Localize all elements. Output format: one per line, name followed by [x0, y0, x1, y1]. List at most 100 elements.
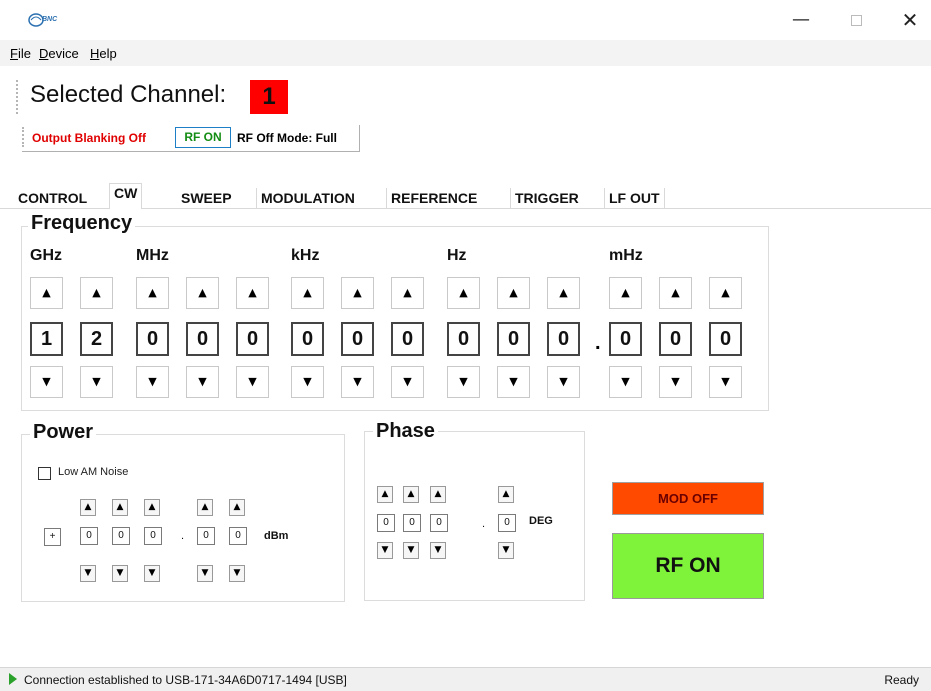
- power-digit-0[interactable]: 0: [80, 527, 98, 545]
- frequency-down-button-1[interactable]: ▼: [80, 366, 113, 398]
- frequency-down-button-8[interactable]: ▼: [447, 366, 480, 398]
- frequency-digit-2[interactable]: 0: [136, 322, 169, 356]
- power-up-button-1[interactable]: ▲: [112, 499, 128, 516]
- frequency-up-button-5[interactable]: ▲: [291, 277, 324, 309]
- frequency-digit-6[interactable]: 0: [341, 322, 374, 356]
- power-digit-4[interactable]: 0: [229, 527, 247, 545]
- power-down-button-3[interactable]: ▼: [197, 565, 213, 582]
- power-digit-3[interactable]: 0: [197, 527, 215, 545]
- frequency-down-button-10[interactable]: ▼: [547, 366, 580, 398]
- frequency-up-button-8[interactable]: ▲: [447, 277, 480, 309]
- power-up-button-4[interactable]: ▲: [229, 499, 245, 516]
- low-am-noise-checkbox[interactable]: [38, 467, 51, 480]
- frequency-down-button-6[interactable]: ▼: [341, 366, 374, 398]
- frequency-down-button-2[interactable]: ▼: [136, 366, 169, 398]
- frequency-digit-5[interactable]: 0: [291, 322, 324, 356]
- rf-on-button[interactable]: RF ON: [612, 533, 764, 599]
- frequency-down-button-9[interactable]: ▼: [497, 366, 530, 398]
- power-unit: dBm: [264, 530, 289, 542]
- frequency-down-button-0[interactable]: ▼: [30, 366, 63, 398]
- frequency-down-button-5[interactable]: ▼: [291, 366, 324, 398]
- tab-control[interactable]: CONTROL: [14, 188, 91, 208]
- frequency-digit-3[interactable]: 0: [186, 322, 219, 356]
- frequency-up-button-6[interactable]: ▲: [341, 277, 374, 309]
- down-arrow-icon: ▼: [198, 375, 207, 388]
- menu-device[interactable]: Device: [39, 46, 79, 61]
- power-up-button-0[interactable]: ▲: [80, 499, 96, 516]
- frequency-up-button-9[interactable]: ▲: [497, 277, 530, 309]
- frequency-up-button-7[interactable]: ▲: [391, 277, 424, 309]
- power-digit-2[interactable]: 0: [144, 527, 162, 545]
- up-arrow-icon: ▲: [381, 489, 389, 499]
- power-down-button-1[interactable]: ▼: [112, 565, 128, 582]
- tab-modulation[interactable]: MODULATION: [256, 188, 359, 208]
- frequency-up-button-1[interactable]: ▲: [80, 277, 113, 309]
- frequency-down-button-11[interactable]: ▼: [609, 366, 642, 398]
- up-arrow-icon: ▲: [116, 502, 124, 512]
- phase-digit-0[interactable]: 0: [377, 514, 395, 532]
- frequency-digit-13[interactable]: 0: [709, 322, 742, 356]
- frequency-digit-8[interactable]: 0: [447, 322, 480, 356]
- frequency-digit-4[interactable]: 0: [236, 322, 269, 356]
- tab-cw[interactable]: CW: [109, 183, 143, 209]
- frequency-down-button-7[interactable]: ▼: [391, 366, 424, 398]
- power-title: Power: [30, 421, 97, 444]
- phase-down-button-2[interactable]: ▼: [430, 542, 446, 559]
- frequency-up-button-13[interactable]: ▲: [709, 277, 742, 309]
- frequency-digit-1[interactable]: 2: [80, 322, 113, 356]
- frequency-up-button-2[interactable]: ▲: [136, 277, 169, 309]
- power-down-button-0[interactable]: ▼: [80, 565, 96, 582]
- tab-sweep[interactable]: SWEEP: [177, 188, 236, 208]
- phase-up-button-2[interactable]: ▲: [430, 486, 446, 503]
- frequency-up-button-0[interactable]: ▲: [30, 277, 63, 309]
- frequency-up-button-4[interactable]: ▲: [236, 277, 269, 309]
- power-down-button-4[interactable]: ▼: [229, 565, 245, 582]
- phase-up-button-1[interactable]: ▲: [403, 486, 419, 503]
- frequency-down-button-12[interactable]: ▼: [659, 366, 692, 398]
- frequency-down-button-3[interactable]: ▼: [186, 366, 219, 398]
- tab-trigger[interactable]: TRIGGER: [510, 188, 583, 208]
- power-up-button-3[interactable]: ▲: [197, 499, 213, 516]
- toolstrip-grip[interactable]: [16, 80, 18, 114]
- frequency-down-button-4[interactable]: ▼: [236, 366, 269, 398]
- power-digit-1[interactable]: 0: [112, 527, 130, 545]
- phase-down-button-0[interactable]: ▼: [377, 542, 393, 559]
- selected-channel-number[interactable]: 1: [250, 80, 288, 114]
- mod-off-button[interactable]: MOD OFF: [612, 482, 764, 515]
- phase-up-button-0[interactable]: ▲: [377, 486, 393, 503]
- low-am-noise-label: Low AM Noise: [58, 466, 129, 478]
- phase-digit-2[interactable]: 0: [430, 514, 448, 532]
- minimize-button[interactable]: —: [786, 8, 816, 32]
- phase-up-button-3[interactable]: ▲: [498, 486, 514, 503]
- frequency-down-button-13[interactable]: ▼: [709, 366, 742, 398]
- power-sign-button[interactable]: +: [44, 528, 61, 546]
- maximize-button[interactable]: [841, 8, 871, 32]
- menu-file[interactable]: File: [10, 46, 31, 61]
- up-arrow-icon: ▲: [92, 286, 101, 299]
- tab-reference[interactable]: REFERENCE: [386, 188, 481, 208]
- phase-title: Phase: [373, 420, 438, 443]
- frequency-up-button-10[interactable]: ▲: [547, 277, 580, 309]
- unit-label-hz: Hz: [447, 247, 467, 264]
- frequency-digit-9[interactable]: 0: [497, 322, 530, 356]
- phase-digit-3[interactable]: 0: [498, 514, 516, 532]
- phase-down-button-1[interactable]: ▼: [403, 542, 419, 559]
- menu-help[interactable]: Help: [90, 46, 117, 61]
- power-down-button-2[interactable]: ▼: [144, 565, 160, 582]
- close-button[interactable]: ✕: [895, 8, 925, 32]
- up-arrow-icon: ▲: [303, 286, 312, 299]
- up-arrow-icon: ▲: [233, 502, 241, 512]
- frequency-up-button-12[interactable]: ▲: [659, 277, 692, 309]
- frequency-digit-12[interactable]: 0: [659, 322, 692, 356]
- frequency-digit-0[interactable]: 1: [30, 322, 63, 356]
- frequency-up-button-11[interactable]: ▲: [609, 277, 642, 309]
- phase-down-button-3[interactable]: ▼: [498, 542, 514, 559]
- frequency-digit-10[interactable]: 0: [547, 322, 580, 356]
- tab-lf-out[interactable]: LF OUT: [604, 188, 665, 208]
- frequency-digit-11[interactable]: 0: [609, 322, 642, 356]
- down-arrow-icon: ▼: [381, 545, 389, 555]
- power-up-button-2[interactable]: ▲: [144, 499, 160, 516]
- phase-digit-1[interactable]: 0: [403, 514, 421, 532]
- frequency-digit-7[interactable]: 0: [391, 322, 424, 356]
- frequency-up-button-3[interactable]: ▲: [186, 277, 219, 309]
